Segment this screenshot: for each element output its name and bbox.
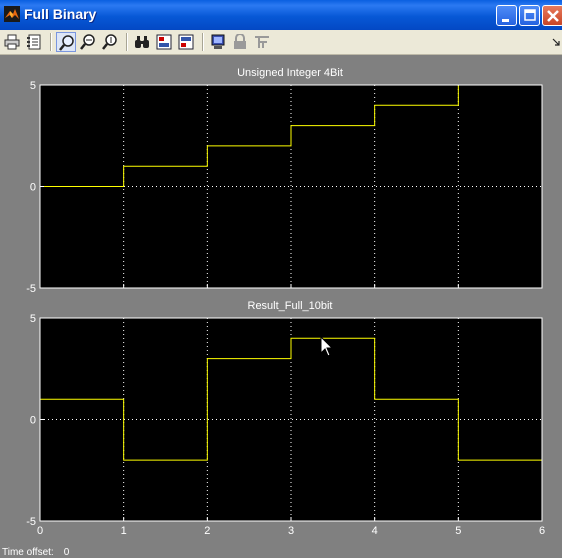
- restore-axes-icon: [178, 34, 194, 50]
- toolbar-separator: [126, 33, 128, 51]
- zoom-icon: [59, 35, 74, 51]
- toolbar-separator: [202, 33, 204, 51]
- minimize-button[interactable]: [496, 5, 517, 26]
- time-offset-label: Time offset:: [2, 547, 54, 558]
- zoom-y-button[interactable]: [100, 32, 120, 52]
- restore-axes-button[interactable]: [176, 32, 196, 52]
- status-bar: Time offset: 0: [2, 547, 69, 558]
- x-tick-label: 1: [121, 525, 127, 537]
- y-tick-label: -5: [26, 516, 36, 528]
- zoom-x-button[interactable]: [78, 32, 98, 52]
- x-tick-label: 4: [372, 525, 378, 537]
- save-axes-settings-icon: [156, 34, 172, 50]
- lock-icon: [234, 34, 246, 49]
- x-tick-label: 3: [288, 525, 294, 537]
- save-axes-button[interactable]: [154, 32, 174, 52]
- maximize-icon: [524, 9, 536, 21]
- toolbar: [0, 30, 562, 55]
- toolbar-overflow-icon[interactable]: [552, 38, 560, 46]
- close-button[interactable]: [542, 5, 562, 26]
- mouse-pointer-icon: [320, 336, 334, 357]
- parameters-button[interactable]: [24, 32, 44, 52]
- window-title: Full Binary: [24, 6, 97, 22]
- time-offset-value: 0: [63, 547, 70, 558]
- signal-selection-icon: [255, 36, 269, 48]
- x-tick-label: 0: [37, 525, 43, 537]
- printer-icon: [4, 34, 20, 50]
- zoom-y-icon: [102, 34, 117, 50]
- y-tick-label: 0: [30, 415, 36, 427]
- autoscale-button[interactable]: [132, 32, 152, 52]
- zoom-x-icon: [80, 34, 95, 50]
- y-tick-label: -5: [26, 283, 36, 295]
- y-tick-label: 5: [30, 80, 36, 92]
- y-tick-label: 0: [30, 182, 36, 194]
- floating-scope-icon: [211, 34, 225, 49]
- minimize-icon: [502, 19, 509, 22]
- close-icon: [547, 10, 559, 22]
- matlab-icon: [4, 6, 20, 22]
- x-tick-label: 6: [539, 525, 545, 537]
- x-tick-label: 2: [204, 525, 210, 537]
- toolbar-separator: [50, 33, 52, 51]
- print-button[interactable]: [2, 32, 22, 52]
- title-bar[interactable]: Full Binary: [0, 0, 562, 30]
- parameters-icon: [27, 34, 41, 50]
- zoom-button[interactable]: [56, 32, 76, 52]
- signal-selection-button[interactable]: [252, 32, 272, 52]
- lock-axes-button[interactable]: [230, 32, 250, 52]
- binoculars-icon: [135, 36, 149, 48]
- axes-title-top: Unsigned Integer 4Bit: [237, 67, 343, 79]
- floating-scope-button[interactable]: [208, 32, 228, 52]
- x-tick-label: 5: [455, 525, 461, 537]
- y-tick-label: 5: [30, 313, 36, 325]
- maximize-button[interactable]: [519, 5, 540, 26]
- scope-plot-area: -5 0 5 -5 0 5 0 1 2 3 4 5 6 Unsigned Integer 4Bit Re…: [0, 55, 562, 558]
- axes-title-bottom: Result_Full_10bit: [247, 300, 333, 312]
